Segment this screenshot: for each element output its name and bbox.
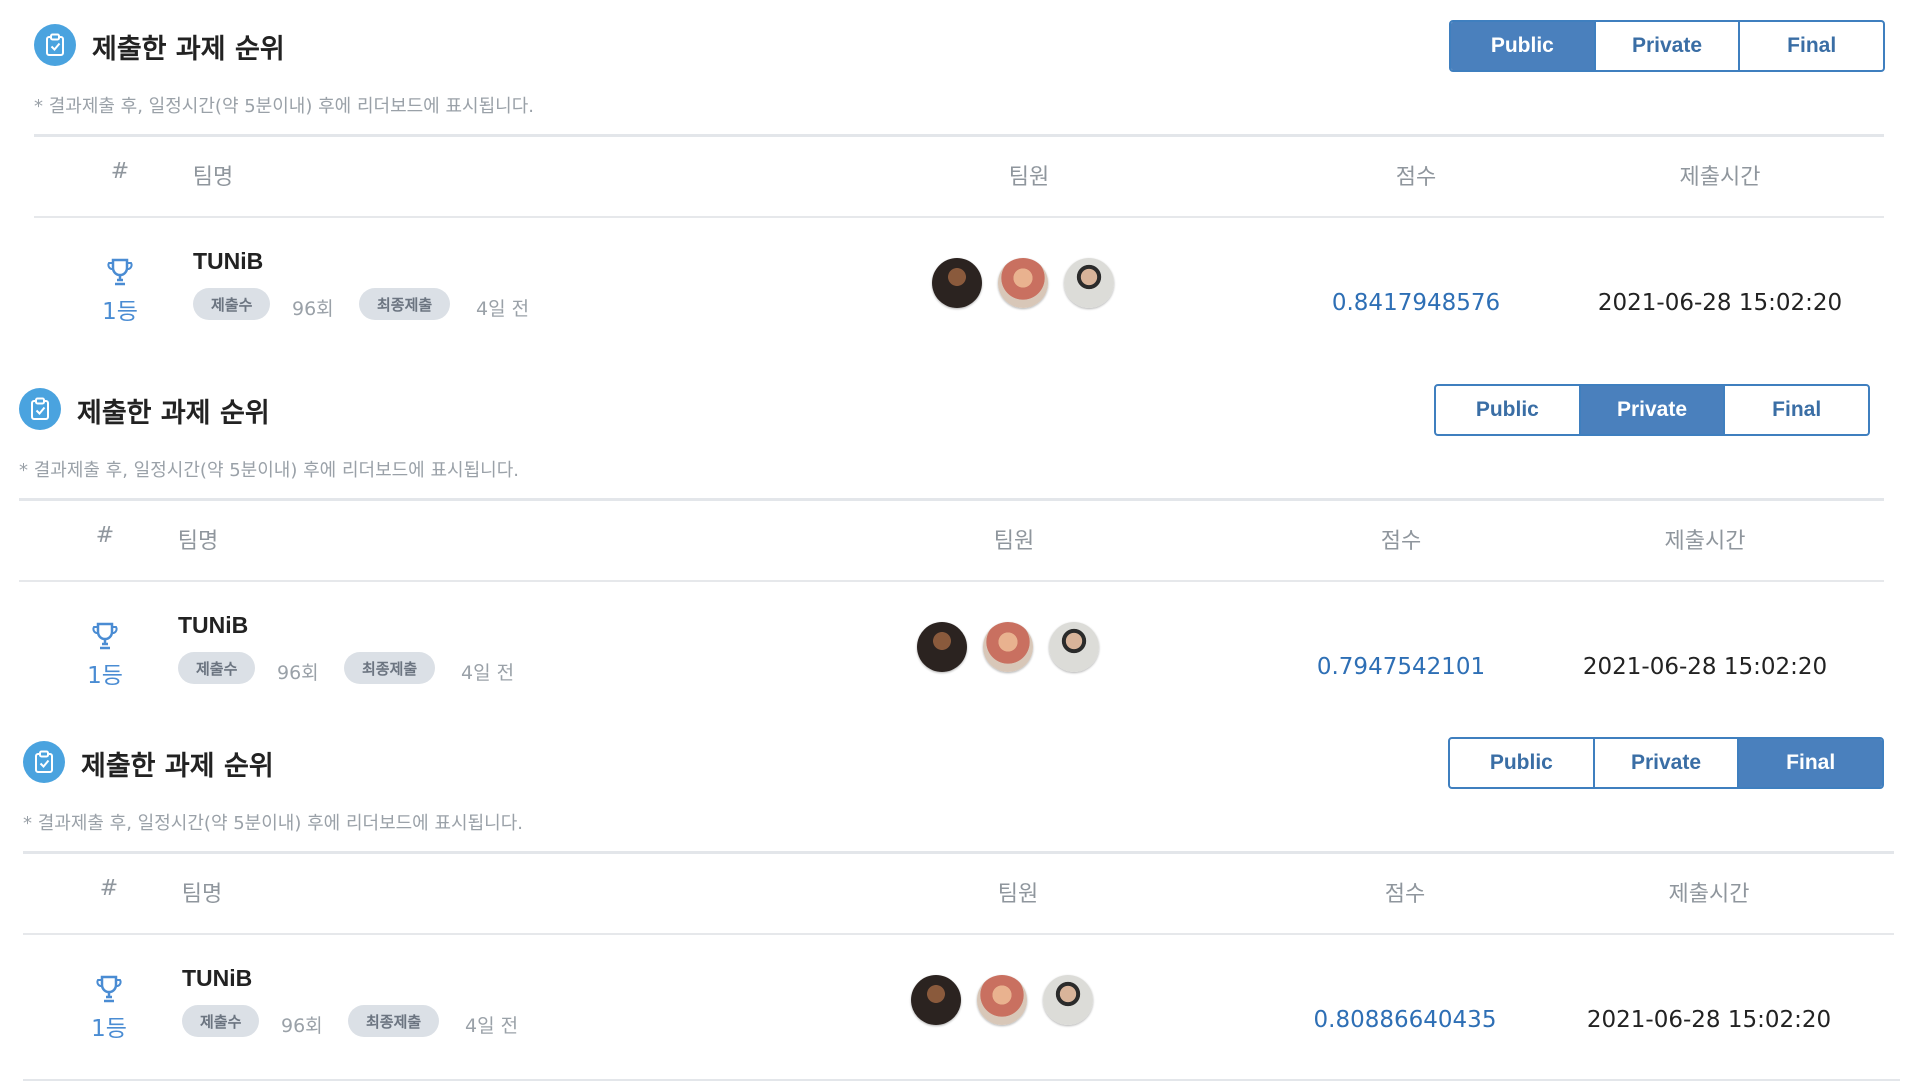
col-header-score: 점수 [1395, 165, 1437, 190]
submit-time: 2021-06-28 15:02:20 [1582, 654, 1828, 680]
team-name[interactable]: TUNiB [182, 965, 252, 992]
submit-count-value: 96회 [292, 298, 334, 320]
trophy-icon [93, 973, 125, 1005]
tab-public[interactable]: Public [1450, 739, 1593, 787]
last-submit-value: 4일 전 [465, 1015, 519, 1037]
col-header-time: 제출시간 [1668, 882, 1750, 907]
score-value: 0.80886640435 [1313, 1007, 1497, 1033]
tab-final[interactable]: Final [1723, 386, 1868, 434]
submit-time: 2021-06-28 15:02:20 [1597, 290, 1843, 316]
team-members [932, 258, 1114, 308]
team-members [917, 622, 1099, 672]
score-value: 0.8417948576 [1331, 290, 1501, 316]
avatar[interactable] [1064, 258, 1114, 308]
table-top-divider [34, 134, 1884, 137]
rank-label: 1등 [91, 1016, 127, 1042]
col-header-rank: # [110, 159, 130, 184]
leaderboard-note: * 결과제출 후, 일정시간(약 5분이내) 후에 리더보드에 표시됩니다. [19, 460, 519, 481]
col-header-team: 팀명 [177, 529, 219, 554]
col-header-members: 팀원 [1008, 165, 1050, 190]
panel-title: 제출한 과제 순위 [77, 398, 270, 429]
table-top-divider [19, 498, 1884, 501]
col-header-members: 팀원 [993, 529, 1035, 554]
trophy-icon [89, 620, 121, 652]
clipboard-check-icon [19, 388, 61, 430]
col-header-team: 팀명 [181, 882, 223, 907]
leaderboard-panel-public: 제출한 과제 순위 * 결과제출 후, 일정시간(약 5분이내) 후에 리더보드… [34, 20, 1900, 354]
leaderboard-tab-group: Public Private Final [1448, 737, 1884, 789]
tab-public[interactable]: Public [1436, 386, 1579, 434]
col-header-rank: # [95, 523, 115, 548]
col-header-score: 점수 [1384, 882, 1426, 907]
panel-title: 제출한 과제 순위 [92, 34, 285, 65]
last-submit-badge: 최종제출 [344, 652, 436, 684]
leaderboard-tab-group: Public Private Final [1449, 20, 1885, 72]
tab-private[interactable]: Private [1578, 386, 1724, 434]
avatar[interactable] [1049, 622, 1099, 672]
submit-count-badge: 제출수 [193, 288, 271, 320]
header-divider [34, 216, 1884, 218]
col-header-members: 팀원 [997, 882, 1039, 907]
col-header-time: 제출시간 [1664, 529, 1746, 554]
submit-count-value: 96회 [277, 662, 319, 684]
avatar[interactable] [911, 975, 961, 1025]
team-name[interactable]: TUNiB [178, 612, 248, 639]
avatar[interactable] [917, 622, 967, 672]
avatar[interactable] [983, 622, 1033, 672]
team-name[interactable]: TUNiB [193, 248, 263, 275]
leaderboard-tab-group: Public Private Final [1434, 384, 1870, 436]
tab-private[interactable]: Private [1592, 739, 1738, 787]
rank-label: 1등 [87, 663, 123, 689]
submit-time: 2021-06-28 15:02:20 [1586, 1007, 1832, 1033]
avatar[interactable] [1043, 975, 1093, 1025]
clipboard-check-icon [23, 741, 65, 783]
leaderboard-note: * 결과제출 후, 일정시간(약 5분이내) 후에 리더보드에 표시됩니다. [23, 813, 523, 834]
tab-public[interactable]: Public [1451, 22, 1594, 70]
clipboard-check-icon [34, 24, 76, 66]
avatar[interactable] [932, 258, 982, 308]
col-header-score: 점수 [1380, 529, 1422, 554]
leaderboard-note: * 결과제출 후, 일정시간(약 5분이내) 후에 리더보드에 표시됩니다. [34, 96, 534, 117]
trophy-icon [104, 256, 136, 288]
col-header-time: 제출시간 [1679, 165, 1761, 190]
tab-private[interactable]: Private [1593, 22, 1739, 70]
avatar[interactable] [977, 975, 1027, 1025]
last-submit-badge: 최종제출 [359, 288, 451, 320]
header-divider [19, 580, 1884, 582]
last-submit-value: 4일 전 [461, 662, 515, 684]
team-members [911, 975, 1093, 1025]
submit-count-badge: 제출수 [182, 1005, 260, 1037]
panel-title: 제출한 과제 순위 [81, 751, 274, 782]
leaderboard-panel-final: 제출한 과제 순위 * 결과제출 후, 일정시간(약 5분이내) 후에 리더보드… [23, 737, 1900, 1081]
submit-count-value: 96회 [281, 1015, 323, 1037]
last-submit-badge: 최종제출 [348, 1005, 440, 1037]
header-divider [23, 933, 1894, 935]
table-bottom-divider [23, 1079, 1900, 1081]
avatar[interactable] [998, 258, 1048, 308]
submit-count-badge: 제출수 [178, 652, 256, 684]
col-header-rank: # [99, 876, 119, 901]
rank-label: 1등 [102, 299, 138, 325]
table-top-divider [23, 851, 1894, 854]
tab-final[interactable]: Final [1737, 739, 1882, 787]
tab-final[interactable]: Final [1738, 22, 1883, 70]
score-value: 0.7947542101 [1316, 654, 1486, 680]
last-submit-value: 4일 전 [476, 298, 530, 320]
col-header-team: 팀명 [192, 165, 234, 190]
leaderboard-panel-private: 제출한 과제 순위 * 결과제출 후, 일정시간(약 5분이내) 후에 리더보드… [19, 384, 1900, 718]
